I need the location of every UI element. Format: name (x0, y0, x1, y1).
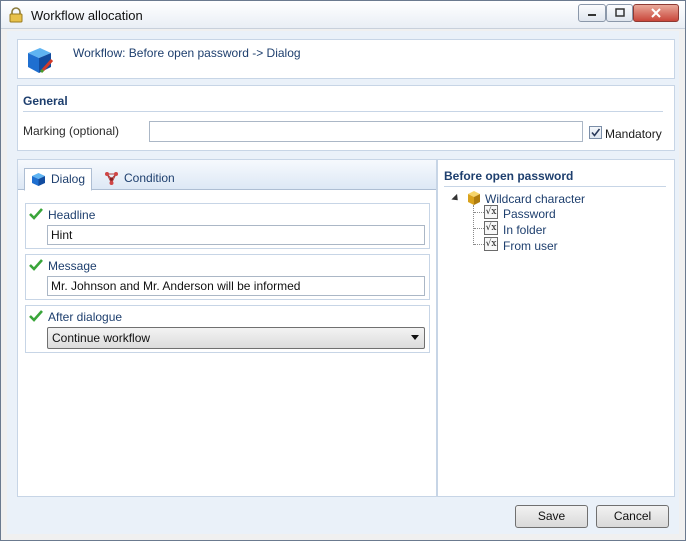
dialog-tabs-panel: Dialog Condition Headline Hint Message M… (17, 159, 437, 497)
after-dialogue-label: After dialogue (48, 310, 123, 324)
tree-item-from-user[interactable]: From user (503, 239, 558, 253)
workflow-header-panel: Workflow: Before open password -> Dialog (17, 39, 675, 79)
mandatory-checkbox[interactable] (589, 126, 602, 139)
green-check-icon (29, 259, 43, 271)
sqrt-icon: √x (484, 205, 498, 219)
tree-item-password[interactable]: Password (503, 207, 556, 221)
close-button[interactable] (633, 4, 679, 22)
section-divider (23, 111, 663, 112)
cancel-button[interactable]: Cancel (596, 505, 669, 528)
tab-strip: Dialog Condition (18, 160, 436, 191)
workflow-path-text: Workflow: Before open password -> Dialog (73, 46, 301, 60)
tree-connector (473, 205, 474, 245)
tab-condition-label: Condition (124, 171, 175, 185)
section-divider (444, 186, 666, 187)
tab-condition[interactable]: Condition (98, 168, 184, 191)
headline-group: Headline (25, 203, 430, 249)
tree-connector (474, 228, 484, 229)
blue-cube-icon (32, 173, 45, 186)
title-bar[interactable]: Workflow allocation (1, 1, 685, 29)
after-dialogue-selected: Continue workflow (52, 331, 151, 345)
window-title: Workflow allocation (31, 8, 143, 23)
maximize-button[interactable] (606, 4, 633, 22)
tree-connector (474, 244, 484, 245)
tab-dialog[interactable]: Dialog (24, 168, 92, 191)
message-label: Message (48, 259, 97, 273)
expand-arrow-icon[interactable] (451, 193, 461, 204)
lock-icon (9, 7, 23, 23)
tree-title: Before open password (444, 169, 574, 183)
general-section-title: General (23, 94, 68, 108)
checkmark-icon (591, 128, 601, 137)
tree-item-in-folder[interactable]: In folder (503, 223, 546, 237)
tab-dialog-label: Dialog (51, 172, 86, 186)
close-icon (651, 8, 661, 18)
headline-input[interactable] (47, 225, 425, 245)
general-panel: General Marking (optional) Mandatory (17, 85, 675, 151)
workflow-allocation-window: Workflow allocation Workflow: Before ope… (0, 0, 686, 541)
minimize-button[interactable] (578, 4, 606, 22)
headline-label: Headline (48, 208, 96, 222)
gold-cube-icon (468, 191, 480, 205)
message-input[interactable] (47, 276, 425, 296)
minimize-icon (588, 14, 596, 16)
client-area: Workflow: Before open password -> Dialog… (7, 31, 679, 534)
green-check-icon (29, 310, 43, 322)
chevron-down-icon (411, 335, 419, 340)
message-group: Message (25, 254, 430, 300)
mandatory-label[interactable]: Mandatory (605, 127, 662, 141)
after-dialogue-select[interactable]: Continue workflow (47, 327, 425, 349)
green-check-icon (29, 208, 43, 220)
sqrt-icon: √x (484, 237, 498, 251)
marking-input[interactable] (149, 121, 583, 142)
maximize-icon (614, 8, 625, 17)
button-bar: Save Cancel (7, 497, 679, 534)
tree-connector (474, 212, 484, 213)
tree-root-wildcard[interactable]: Wildcard character (485, 192, 585, 206)
blue-cube-icon (28, 48, 54, 74)
tree-panel: Before open password Wildcard character … (437, 159, 675, 497)
marking-label: Marking (optional) (23, 124, 120, 138)
sqrt-icon: √x (484, 221, 498, 235)
molecule-icon (105, 172, 118, 185)
after-dialogue-group: After dialogue Continue workflow (25, 305, 430, 353)
save-button[interactable]: Save (515, 505, 588, 528)
